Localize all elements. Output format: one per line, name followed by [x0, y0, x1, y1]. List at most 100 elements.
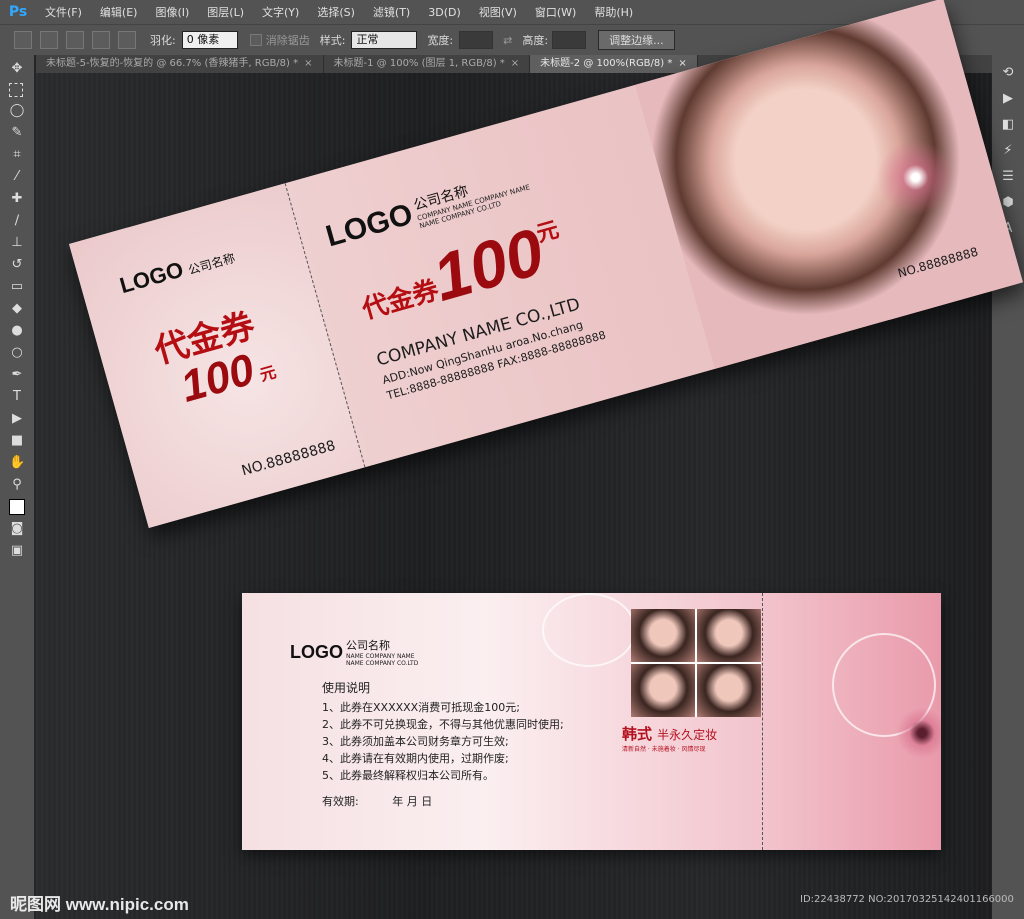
hand-tool-icon[interactable]: ✋ [9, 455, 25, 471]
validity-date: 年 月 日 [392, 795, 433, 808]
feather-label: 羽化: [150, 34, 176, 47]
quick-mask-icon[interactable]: ◙ [9, 521, 25, 537]
marquee-tool-icon[interactable] [9, 83, 23, 97]
menu-3d[interactable]: 3D(D) [419, 6, 470, 19]
actions-panel-icon[interactable]: ▶ [1000, 91, 1016, 107]
clone-stamp-icon[interactable]: ⊥ [9, 235, 25, 251]
adjustments-panel-icon[interactable]: ⚡ [1000, 143, 1016, 159]
width-input[interactable] [459, 31, 494, 49]
history-panel-icon[interactable]: ⟲ [1000, 65, 1016, 81]
main-logo: LOGO [322, 197, 417, 254]
blur-tool-icon[interactable]: ● [9, 323, 25, 339]
back-logo-block: LOGO 公司名称 NAME COMPANY NAME NAME COMPANY… [290, 637, 418, 667]
healing-brush-icon[interactable]: ✚ [9, 191, 25, 207]
menu-help[interactable]: 帮助(H) [585, 4, 642, 20]
tab-label: 未标题-2 @ 100%(RGB/8) * [540, 58, 673, 69]
voucher-back: LOGO 公司名称 NAME COMPANY NAME NAME COMPANY… [242, 593, 941, 850]
subtract-selection-icon[interactable] [92, 31, 110, 49]
menu-filter[interactable]: 滤镜(T) [364, 4, 419, 20]
panel-dock: ⟲ ▶ ◧ ⚡ ☰ ⬢ A ¶ [992, 55, 1024, 919]
dodge-tool-icon[interactable]: ○ [9, 345, 25, 361]
layers-panel-icon[interactable]: ☰ [1000, 169, 1016, 185]
photoshop-logo[interactable]: Ps [0, 4, 36, 20]
eyedropper-icon[interactable]: ⁄ [9, 169, 25, 185]
rules-title: 使用说明 [322, 681, 371, 695]
model-photo-grid [631, 609, 761, 717]
path-select-icon[interactable]: ▶ [9, 411, 25, 427]
menu-view[interactable]: 视图(V) [470, 4, 526, 20]
height-label: 高度: [522, 34, 549, 47]
tab-document-2[interactable]: 未标题-2 @ 100%(RGB/8) * × [530, 55, 698, 73]
menu-type[interactable]: 文字(Y) [253, 4, 308, 20]
rule-item: 5、此券最终解释权归本公司所有。 [322, 769, 494, 782]
tools-panel: ✥ ◯ ✎ ⌗ ⁄ ✚ ∕ ⊥ ↺ ▭ ◆ ● ○ ✒ T ▶ ■ ✋ ⚲ ◙ … [0, 55, 34, 919]
menu-file[interactable]: 文件(F) [36, 4, 91, 20]
back-company-en2: NAME COMPANY CO.LTD [346, 660, 419, 667]
flower-decoration [542, 593, 636, 667]
refine-edge-button[interactable]: 调整边缘... [598, 30, 675, 50]
feather-input[interactable]: 0 像素 [181, 31, 238, 49]
close-icon[interactable]: × [304, 58, 312, 69]
rule-item: 4、此券请在有效期内使用，过期作废; [322, 752, 509, 765]
close-icon[interactable]: × [511, 58, 519, 69]
menu-image[interactable]: 图像(I) [146, 4, 198, 20]
validity-label: 有效期: [322, 795, 359, 808]
screen-mode-icon[interactable]: ▣ [9, 543, 25, 559]
model-photo [631, 664, 695, 717]
history-brush-icon[interactable]: ↺ [9, 257, 25, 273]
back-company-en1: NAME COMPANY NAME [346, 653, 415, 660]
crop-tool-icon[interactable]: ⌗ [9, 147, 25, 163]
menu-window[interactable]: 窗口(W) [526, 4, 585, 20]
voucher-title: 代金券 [359, 275, 443, 326]
perforation-line [762, 593, 763, 850]
model-photo [697, 664, 761, 717]
zoom-tool-icon[interactable]: ⚲ [9, 477, 25, 493]
menu-edit[interactable]: 编辑(E) [91, 4, 147, 20]
move-tool-icon[interactable]: ✥ [9, 61, 25, 77]
stub-company: 公司名称 [186, 250, 237, 278]
tab-label: 未标题-5-恢复的-恢复的 @ 66.7% (香辣猪手, RGB/8) * [46, 58, 299, 69]
intersect-selection-icon[interactable] [118, 31, 136, 49]
add-selection-icon[interactable] [66, 31, 84, 49]
voucher-amount: 100 [425, 213, 552, 315]
marquee-tool-preset-icon[interactable] [14, 31, 32, 49]
back-logo: LOGO [290, 641, 343, 662]
swap-icon[interactable]: ⇄ [503, 34, 512, 47]
type-tool-icon[interactable]: T [9, 389, 25, 405]
stub-logo-block: LOGO 公司名称 [117, 242, 238, 299]
back-company-cn: 公司名称 [346, 639, 390, 652]
color-swatches-icon[interactable] [9, 499, 25, 515]
brand-rest: 半永久定妆 [657, 728, 718, 742]
quick-select-icon[interactable]: ✎ [9, 125, 25, 141]
menu-layer[interactable]: 图层(L) [198, 4, 253, 20]
height-input[interactable] [552, 31, 587, 49]
antialias-label: 消除锯齿 [265, 34, 310, 47]
stub-number: NO.88888888 [239, 437, 338, 480]
properties-panel-icon[interactable]: ◧ [1000, 117, 1016, 133]
menu-select[interactable]: 选择(S) [308, 4, 364, 20]
tab-document-5[interactable]: 未标题-5-恢复的-恢复的 @ 66.7% (香辣猪手, RGB/8) * × [36, 55, 324, 73]
validity-block: 有效期: 年 月 日 [322, 793, 432, 809]
new-selection-icon[interactable] [40, 31, 58, 49]
tab-document-1[interactable]: 未标题-1 @ 100% (图层 1, RGB/8) * × [324, 55, 531, 73]
lasso-tool-icon[interactable]: ◯ [9, 103, 25, 119]
close-icon[interactable]: × [678, 58, 686, 69]
antialias-checkbox[interactable] [249, 34, 262, 46]
model-photo [697, 609, 761, 662]
model-photo [631, 609, 695, 662]
style-select[interactable]: 正常 [351, 31, 418, 49]
brand-big: 韩式 [622, 725, 653, 743]
pen-tool-icon[interactable]: ✒ [9, 367, 25, 383]
stub-logo: LOGO [116, 256, 187, 299]
tab-label: 未标题-1 @ 100% (图层 1, RGB/8) * [333, 58, 505, 69]
brush-tool-icon[interactable]: ∕ [9, 213, 25, 229]
rule-item: 3、此券须加盖本公司财务章方可生效; [322, 735, 509, 748]
width-label: 宽度: [427, 34, 454, 47]
paint-bucket-icon[interactable]: ◆ [9, 301, 25, 317]
image-id: ID:22438772 NO:20170325142401166000 [800, 894, 1014, 905]
rectangle-tool-icon[interactable]: ■ [9, 433, 25, 449]
eraser-icon[interactable]: ▭ [9, 279, 25, 295]
usage-rules: 使用说明 1、此券在XXXXXX消费可抵现金100元; 2、此券不可兑换现金，不… [322, 680, 564, 784]
site-watermark: 昵图网 www.nipic.com [10, 895, 189, 914]
brand-block: 韩式 半永久定妆 清新自然 · 未施着妆 · 风情尽现 [622, 723, 717, 753]
